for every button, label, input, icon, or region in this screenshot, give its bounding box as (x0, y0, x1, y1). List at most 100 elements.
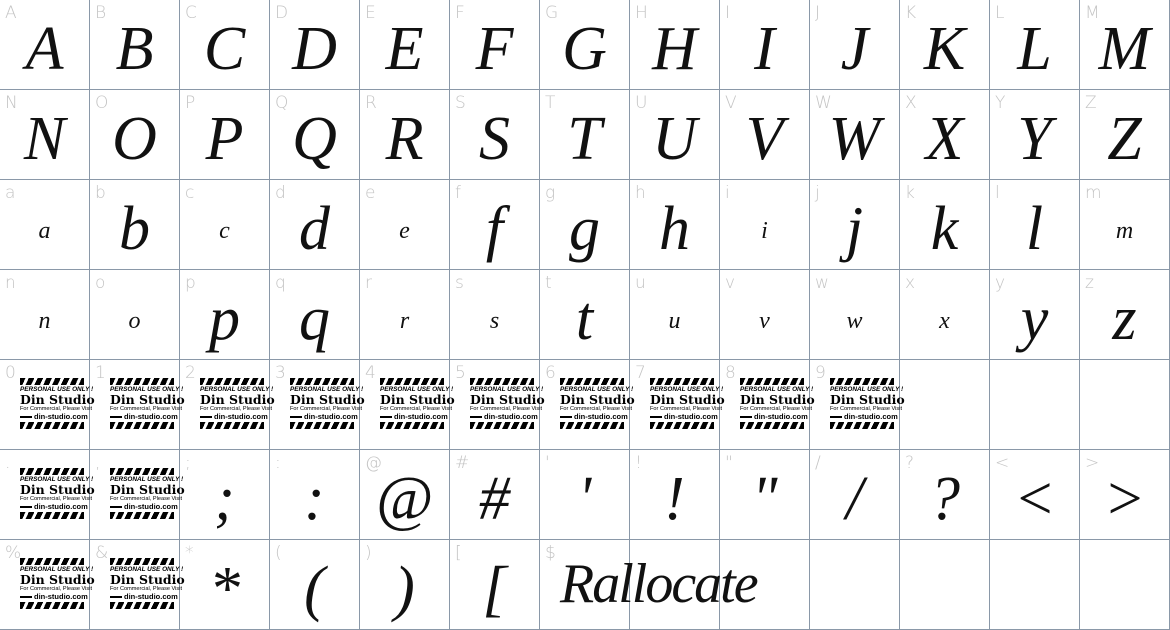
glyph-preview: y (1020, 284, 1049, 353)
glyph-cell: SS (450, 90, 540, 180)
watermark-url: din-studio.com (20, 502, 88, 511)
glyph-cell: " " (720, 450, 810, 540)
stripe-bar (380, 378, 444, 385)
stripe-bar (830, 422, 894, 429)
glyph-preview: # (479, 464, 510, 533)
watermark: PERSONAL USE ONLY ! Din Studio For Commerc… (560, 378, 635, 429)
glyph-cell: ww (810, 270, 900, 360)
watermark-url: din-studio.com (200, 412, 268, 421)
glyph-cell: 0 PERSONAL USE ONLY ! Din Studio For Commer… (0, 360, 95, 450)
watermark-url: din-studio.com (110, 592, 178, 601)
glyph-preview: T (567, 104, 602, 173)
stripe-bar (20, 468, 84, 475)
glyph-cell: rr (360, 270, 450, 360)
glyph-cell: & PERSONAL USE ONLY ! Din Studio For Commer… (90, 540, 185, 630)
glyph-cell: aa (0, 180, 90, 270)
glyph-cell: nn (0, 270, 90, 360)
stripe-bar (470, 378, 534, 385)
watermark-brand: Din Studio (200, 392, 275, 407)
glyph-label: 3 (275, 363, 286, 383)
glyph-preview: ; (214, 464, 235, 533)
glyph-cell: VV (720, 90, 810, 180)
glyph-preview: h (659, 194, 690, 263)
glyph-cell (1080, 360, 1170, 450)
glyph-cell: NN (0, 90, 90, 180)
glyph-cell: 9 PERSONAL USE ONLY ! Din Studio For Commer… (810, 360, 905, 450)
glyph-label: 4 (365, 363, 376, 383)
glyph-label: 2 (185, 363, 196, 383)
watermark: PERSONAL USE ONLY ! Din Studio For Commerc… (20, 558, 95, 609)
glyph-cell (810, 540, 900, 630)
glyph-preview: n (38, 308, 51, 334)
glyph-preview: X (925, 104, 964, 173)
watermark: PERSONAL USE ONLY ! Din Studio For Commerc… (200, 378, 275, 429)
glyph-cell: yy (990, 270, 1080, 360)
glyph-preview: N (23, 104, 66, 173)
stripe-bar (110, 422, 174, 429)
glyph-preview: [ (482, 554, 507, 623)
glyph-cell: bb (90, 180, 180, 270)
watermark: PERSONAL USE ONLY ! Din Studio For Commerc… (110, 378, 185, 429)
glyph-cell: ee (360, 180, 450, 270)
glyph-preview: t (575, 284, 594, 353)
watermark-url: din-studio.com (20, 592, 88, 601)
stripe-bar (560, 422, 624, 429)
watermark: PERSONAL USE ONLY ! Din Studio For Commerc… (110, 558, 185, 609)
glyph-preview: o (128, 308, 141, 334)
glyph-cell: % PERSONAL USE ONLY ! Din Studio For Commer… (0, 540, 95, 630)
glyph-cell: ' ' (540, 450, 630, 540)
glyph-cell: > > (1080, 450, 1170, 540)
stripe-bar (110, 602, 174, 609)
glyph-cell: qq (270, 270, 360, 360)
glyph-cell: ZZ (1080, 90, 1170, 180)
glyph-preview: K (923, 14, 966, 83)
glyph-label: . (5, 453, 11, 473)
watermark-brand: Din Studio (110, 572, 185, 587)
stripe-bar (110, 512, 174, 519)
watermark-brand: Din Studio (110, 392, 185, 407)
glyph-cell: ll (990, 180, 1080, 270)
glyph-cell: mm (1080, 180, 1170, 270)
watermark-url: din-studio.com (110, 502, 178, 511)
glyph-cell: QQ (270, 90, 360, 180)
glyph-label: % (5, 543, 22, 563)
stripe-bar (290, 378, 354, 385)
glyph-cell: MM (1080, 0, 1170, 90)
glyph-preview: ) (394, 554, 415, 623)
glyph-cell: vv (720, 270, 810, 360)
stripe-bar (200, 378, 264, 385)
glyph-cell: GG (540, 0, 630, 90)
stripe-bar (20, 558, 84, 565)
glyph-preview: * (209, 554, 240, 623)
glyph-preview: Z (1107, 104, 1142, 173)
watermark-brand: Din Studio (20, 482, 95, 497)
glyph-cell: / / (810, 450, 900, 540)
watermark: PERSONAL USE ONLY ! Din Studio For Commerc… (290, 378, 365, 429)
glyph-preview: d (299, 194, 330, 263)
glyph-cell: ;; (180, 450, 270, 540)
glyph-cell: 4 PERSONAL USE ONLY ! Din Studio For Commer… (360, 360, 455, 450)
watermark-brand: Din Studio (20, 392, 95, 407)
glyph-preview: m (1115, 218, 1134, 244)
glyph-cell: # # (450, 450, 540, 540)
watermark: PERSONAL USE ONLY ! Din Studio For Commerc… (380, 378, 455, 429)
watermark-url: din-studio.com (560, 412, 628, 421)
glyph-preview: M (1098, 14, 1151, 83)
glyph-label: 0 (5, 363, 16, 383)
glyph-cell: ff (450, 180, 540, 270)
glyph-preview: v (759, 308, 770, 334)
glyph-cell (1080, 540, 1170, 630)
stripe-bar (470, 422, 534, 429)
glyph-cell: LL (990, 0, 1080, 90)
glyph-cell: XX (900, 90, 990, 180)
glyph-preview: j (845, 194, 864, 263)
glyph-label: 6 (545, 363, 556, 383)
glyph-preview: e (399, 218, 410, 244)
watermark-url: din-studio.com (740, 412, 808, 421)
glyph-cell: tt (540, 270, 630, 360)
watermark-brand: Din Studio (830, 392, 905, 407)
glyph-preview: V (745, 104, 784, 173)
font-sample-text: Rallocate (560, 553, 759, 615)
watermark-brand: Din Studio (20, 572, 95, 587)
stripe-bar (20, 422, 84, 429)
